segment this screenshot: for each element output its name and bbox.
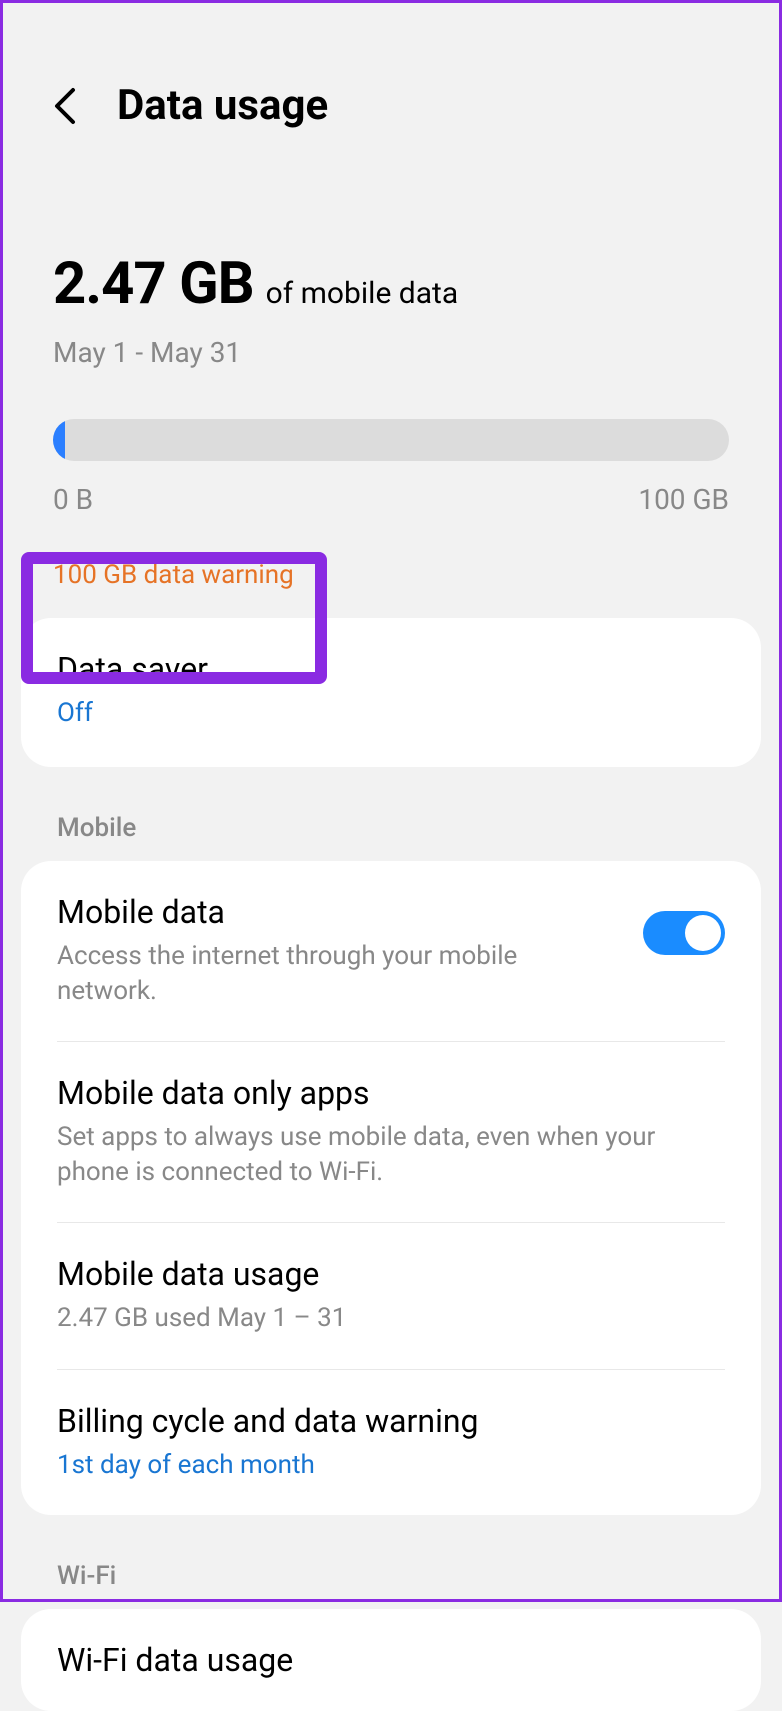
wifi-data-usage-item[interactable]: Wi-Fi data usage [21, 1609, 761, 1711]
progress-min-label: 0 B [53, 483, 93, 516]
mobile-data-subtitle: Access the internet through your mobile … [57, 939, 623, 1009]
mobile-data-item[interactable]: Mobile data Access the internet through … [21, 861, 761, 1041]
data-saver-card: Data saver Off [21, 618, 761, 767]
wifi-card-group: Wi-Fi data usage [21, 1609, 761, 1711]
usage-period: May 1 - May 31 [53, 336, 729, 369]
mobile-data-only-apps-item[interactable]: Mobile data only apps Set apps to always… [21, 1042, 761, 1222]
usage-amount-suffix: of mobile data [266, 276, 459, 311]
wifi-data-usage-title: Wi-Fi data usage [57, 1641, 725, 1679]
billing-cycle-title: Billing cycle and data warning [57, 1402, 725, 1440]
usage-progress-bar[interactable] [53, 419, 729, 461]
mobile-data-only-apps-title: Mobile data only apps [57, 1074, 725, 1112]
mobile-data-title: Mobile data [57, 893, 623, 931]
progress-max-label: 100 GB [638, 483, 729, 516]
data-warning-text: 100 GB data warning [53, 560, 729, 590]
data-saver-status: Off [57, 696, 725, 731]
mobile-data-usage-subtitle: 2.47 GB used May 1 – 31 [57, 1301, 725, 1336]
back-icon[interactable] [53, 86, 77, 126]
data-saver-item[interactable]: Data saver Off [21, 618, 761, 767]
mobile-card-group: Mobile data Access the internet through … [21, 861, 761, 1515]
section-header-mobile: Mobile [3, 767, 779, 855]
progress-labels: 0 B 100 GB [53, 483, 729, 516]
billing-cycle-subtitle: 1st day of each month [57, 1448, 725, 1483]
billing-cycle-item[interactable]: Billing cycle and data warning 1st day o… [21, 1370, 761, 1515]
mobile-data-usage-item[interactable]: Mobile data usage 2.47 GB used May 1 – 3… [21, 1223, 761, 1368]
usage-progress-fill [53, 419, 65, 461]
mobile-data-usage-title: Mobile data usage [57, 1255, 725, 1293]
page-title: Data usage [117, 81, 328, 130]
usage-amount: 2.47 GB [53, 250, 254, 318]
mobile-data-only-apps-subtitle: Set apps to always use mobile data, even… [57, 1120, 725, 1190]
data-saver-title: Data saver [57, 650, 725, 688]
section-header-wifi: Wi-Fi [3, 1515, 779, 1603]
header: Data usage [3, 3, 779, 130]
usage-amount-row: 2.47 GB of mobile data [53, 250, 729, 318]
mobile-data-toggle[interactable] [643, 911, 725, 955]
usage-summary: 2.47 GB of mobile data May 1 - May 31 0 … [3, 130, 779, 590]
